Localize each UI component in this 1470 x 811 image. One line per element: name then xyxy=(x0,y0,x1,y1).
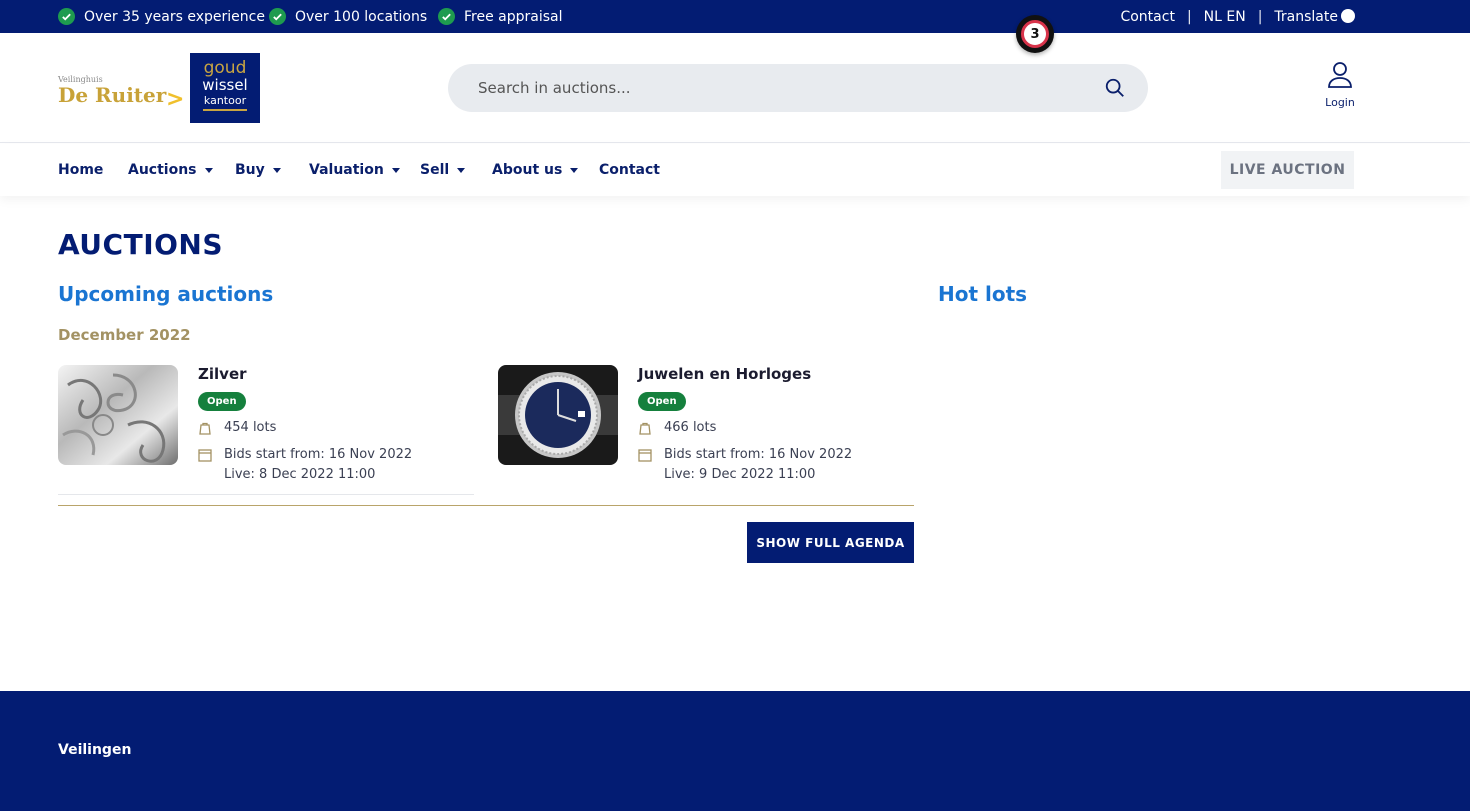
search-input[interactable] xyxy=(478,64,1078,112)
main-nav: Home Auctions Buy Valuation Sell About u… xyxy=(0,144,1470,196)
translate-link[interactable]: Translate xyxy=(1274,8,1355,25)
login-button[interactable]: Login xyxy=(1322,61,1358,109)
logo-underline xyxy=(203,109,247,111)
usp-locations: Over 100 locations xyxy=(269,0,427,33)
site-header: Veilinghuis De Ruiter > goud wissel kant… xyxy=(0,33,1470,143)
footer-heading: Veilingen xyxy=(58,742,132,758)
separator: | xyxy=(1257,8,1263,25)
caret-down-icon xyxy=(570,167,579,173)
upcoming-auctions-heading: Upcoming auctions xyxy=(58,282,274,306)
globe-icon xyxy=(1341,8,1355,23)
nav-buy[interactable]: Buy xyxy=(235,144,281,196)
nav-auctions[interactable]: Auctions xyxy=(128,144,213,196)
status-badge: Open xyxy=(198,392,246,411)
calendar-icon xyxy=(638,449,652,462)
auction-name[interactable]: Zilver xyxy=(198,365,478,387)
page-title: AUCTIONS xyxy=(58,228,224,261)
top-bar: Over 35 years experience Over 100 locati… xyxy=(0,0,1470,33)
hot-lots-heading: Hot lots xyxy=(938,282,1028,306)
notification-badge[interactable]: 3 xyxy=(1016,15,1054,53)
nav-home[interactable]: Home xyxy=(58,144,103,196)
site-footer: Veilingen xyxy=(0,691,1470,811)
nav-sell[interactable]: Sell xyxy=(420,144,466,196)
auction-card-juwelen[interactable]: Juwelen en Horloges Open 466 lots Bids s… xyxy=(498,365,918,495)
auction-info: Zilver Open 454 lots Bids start from: 16… xyxy=(198,365,478,485)
auction-thumbnail-silver[interactable] xyxy=(58,365,178,465)
caret-down-icon xyxy=(272,167,281,173)
check-circle-icon xyxy=(438,8,455,25)
auction-thumbnail-watch[interactable] xyxy=(498,365,618,465)
usp-appraisal: Free appraisal xyxy=(438,0,563,33)
month-heading: December 2022 xyxy=(58,326,191,344)
separator: | xyxy=(1186,8,1192,25)
caret-down-icon xyxy=(204,167,213,173)
caret-down-icon xyxy=(391,167,400,173)
user-icon xyxy=(1328,62,1352,88)
search-bar xyxy=(448,64,1148,112)
check-circle-icon xyxy=(58,8,75,25)
auction-dates: Bids start from: 16 Nov 2022 Live: 9 Dec… xyxy=(638,445,918,485)
calendar-icon xyxy=(198,449,212,462)
search-icon[interactable] xyxy=(1104,77,1126,99)
top-links: Contact | NL EN | Translate xyxy=(1120,0,1355,33)
logo-goudwisselkantoor[interactable]: goud wissel kantoor xyxy=(190,53,260,123)
top-contact-link[interactable]: Contact xyxy=(1120,9,1174,25)
nav-valuation[interactable]: Valuation xyxy=(309,144,400,196)
language-switch[interactable]: NL EN xyxy=(1204,9,1246,25)
live-auction-button[interactable]: LIVE AUCTION xyxy=(1221,151,1354,189)
bag-icon xyxy=(639,422,651,435)
section-divider xyxy=(58,505,914,506)
chevron-right-icon: > xyxy=(166,87,185,112)
bag-icon xyxy=(199,422,211,435)
auction-info: Juwelen en Horloges Open 466 lots Bids s… xyxy=(638,365,918,485)
status-badge: Open xyxy=(638,392,686,411)
auction-name[interactable]: Juwelen en Horloges xyxy=(638,365,918,387)
caret-down-icon xyxy=(457,167,466,173)
auction-card-zilver[interactable]: Zilver Open 454 lots Bids start from: 16… xyxy=(58,365,474,495)
logo-de-ruiter[interactable]: Veilinghuis De Ruiter > xyxy=(58,75,184,112)
show-full-agenda-button[interactable]: SHOW FULL AGENDA xyxy=(747,522,914,563)
check-circle-icon xyxy=(269,8,286,25)
auction-dates: Bids start from: 16 Nov 2022 Live: 8 Dec… xyxy=(198,445,478,485)
nav-about-us[interactable]: About us xyxy=(492,144,579,196)
lots-count: 466 lots xyxy=(638,418,918,438)
lots-count: 454 lots xyxy=(198,418,478,438)
usp-experience: Over 35 years experience xyxy=(58,0,265,33)
nav-contact[interactable]: Contact xyxy=(599,144,660,196)
